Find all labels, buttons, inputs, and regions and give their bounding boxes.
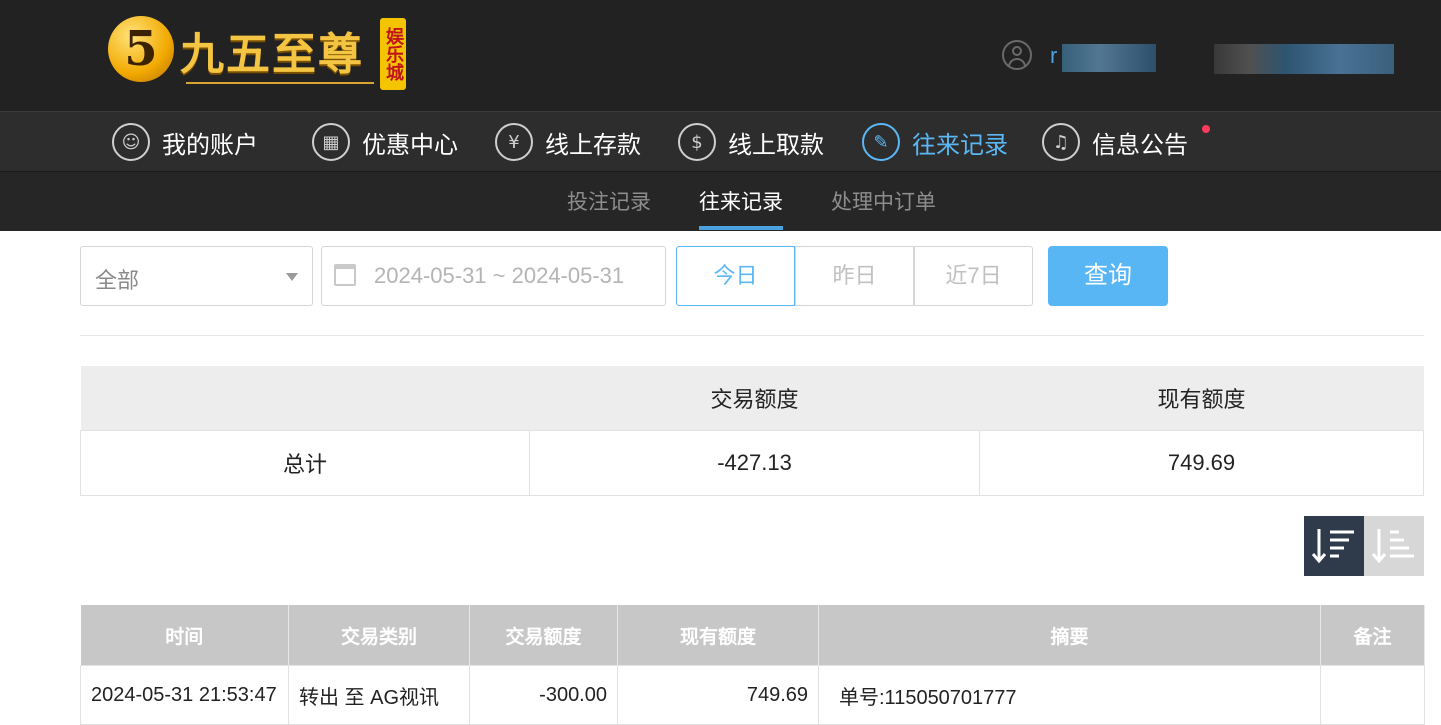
site-logo[interactable]: 5 九五至尊 娱乐城 [108,14,408,94]
table-row[interactable]: 2024-05-31 21:53:47 转出 至 AG视讯 -300.00 74… [80,665,1425,725]
summary-header: 交易额度 [529,366,980,431]
col-header-summary[interactable]: 摘要 [818,605,1321,666]
tab-bet-records[interactable]: 投注记录 [567,186,651,216]
date-range-value: 2024-05-31 ~ 2024-05-31 [374,263,625,288]
active-tab-indicator [699,226,783,230]
nav-item-account[interactable]: ☺ 我的账户 [112,120,258,164]
last-7-days-button[interactable]: 近7日 [914,246,1033,306]
col-header-type[interactable]: 交易类别 [288,605,470,666]
summary-header: 现有额度 [979,366,1424,431]
total-label: 总计 [80,430,530,496]
main-nav: ☺ 我的账户 ▦ 优惠中心 ¥ 线上存款 $ 线上取款 ✎ 往来记录 ♫ 信息公… [0,111,1441,172]
cell-type: 转出 至 AG视讯 [288,665,470,725]
cell-balance: 749.69 [617,665,819,725]
logo-text: 九五至尊 [180,29,364,80]
logo-ornament [186,82,374,84]
nav-item-records[interactable]: ✎ 往来记录 [862,120,1008,164]
nav-label: 线上取款 [728,131,824,159]
account-icon: ☺ [112,123,150,161]
type-select-value: 全部 [95,268,140,293]
blurred-balance [1214,44,1394,74]
date-range-picker[interactable]: 2024-05-31 ~ 2024-05-31 [321,246,666,306]
col-header-balance[interactable]: 现有额度 [617,605,819,666]
cell-note [1320,665,1425,725]
total-balance: 749.69 [979,430,1424,496]
sub-nav: 投注记录 往来记录 处理中订单 [0,172,1441,231]
records-icon: ✎ [862,123,900,161]
nav-label: 线上存款 [545,131,641,159]
gift-icon: ▦ [312,123,350,161]
nav-label: 信息公告 [1092,131,1188,159]
summary-header-row: 交易额度 现有额度 [80,366,1424,431]
divider [80,335,1424,336]
nav-label: 我的账户 [162,131,258,159]
cell-time: 2024-05-31 21:53:47 [80,665,289,725]
col-header-time[interactable]: 时间 [80,605,289,666]
calendar-icon [334,264,356,286]
summary-table: 交易额度 现有额度 总计 -427.13 749.69 [80,366,1424,496]
chevron-down-icon [286,273,298,281]
nav-label: 往来记录 [912,131,1008,159]
nav-item-announcements[interactable]: ♫ 信息公告 [1042,120,1188,164]
withdraw-icon: $ [678,123,716,161]
yesterday-button[interactable]: 昨日 [795,246,914,306]
query-button[interactable]: 查询 [1048,246,1168,306]
col-header-note[interactable]: 备注 [1320,605,1425,666]
summary-total-row: 总计 -427.13 749.69 [80,430,1424,496]
bell-icon: ♫ [1042,123,1080,161]
logo-mark: 5 [108,16,174,82]
sort-desc-icon [1311,529,1354,564]
records-header-row: 时间 交易类别 交易额度 现有额度 摘要 备注 [80,605,1425,666]
deposit-icon: ¥ [495,123,533,161]
nav-item-promotions[interactable]: ▦ 优惠中心 [312,120,458,164]
sort-descending-button[interactable] [1304,516,1364,576]
sort-asc-icon [1371,529,1414,564]
logo-badge: 娱乐城 [380,18,406,90]
nav-label: 优惠中心 [362,131,458,159]
top-header: 5 九五至尊 娱乐城 r [0,0,1441,111]
user-icon [1002,40,1032,70]
total-amount: -427.13 [529,430,980,496]
summary-header [80,366,530,431]
col-header-amount[interactable]: 交易额度 [469,605,618,666]
tab-transaction-records[interactable]: 往来记录 [699,186,783,216]
nav-item-deposit[interactable]: ¥ 线上存款 [495,120,641,164]
cell-summary: 单号:115050701777 [818,665,1321,725]
notification-dot [1202,125,1210,133]
type-select[interactable]: 全部 [80,246,313,306]
nav-item-withdraw[interactable]: $ 线上取款 [678,120,824,164]
cell-amount: -300.00 [469,665,618,725]
records-table: 时间 交易类别 交易额度 现有额度 摘要 备注 2024-05-31 21:53… [80,605,1425,725]
tab-pending-orders[interactable]: 处理中订单 [831,186,936,216]
blurred-username [1062,44,1156,72]
sort-ascending-button[interactable] [1364,516,1424,576]
today-button[interactable]: 今日 [676,246,795,306]
